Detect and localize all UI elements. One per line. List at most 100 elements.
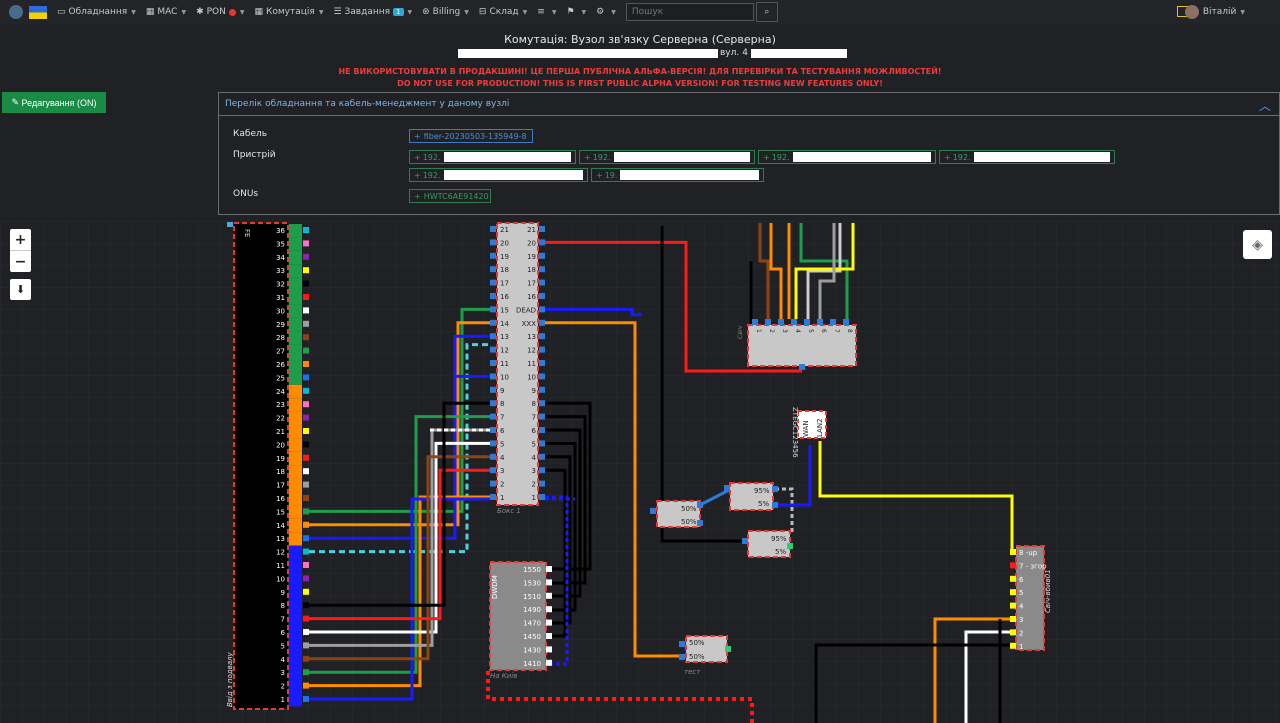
switch-port[interactable] — [1010, 602, 1016, 609]
fiber-color-marker[interactable] — [303, 347, 309, 354]
fiber-color-marker[interactable] — [303, 454, 309, 461]
splitter-port[interactable] — [697, 520, 703, 526]
box-port-out[interactable] — [539, 386, 545, 393]
edit-mode-button[interactable]: ✎ Редагування (ON) — [2, 92, 106, 113]
box-port-in[interactable] — [490, 266, 496, 273]
switch-port[interactable] — [1010, 575, 1016, 582]
dwdm-port[interactable] — [546, 659, 552, 666]
user-menu[interactable]: Віталій ▼ — [1184, 5, 1245, 19]
box-port-in[interactable] — [490, 373, 496, 380]
box-port-in[interactable] — [490, 226, 496, 232]
device-chip[interactable]: + 192. — [939, 150, 1115, 164]
box-port-out[interactable] — [539, 440, 545, 447]
top-switch-port[interactable] — [804, 319, 810, 325]
dwdm-port[interactable] — [546, 606, 552, 613]
nav-item-warehouse[interactable]: ⊟ Склад ▼ — [479, 7, 527, 17]
box-port-in[interactable] — [490, 453, 496, 460]
splitter-port[interactable] — [724, 485, 730, 491]
box-port-in[interactable] — [490, 494, 496, 500]
fiber-color-marker[interactable] — [303, 629, 309, 635]
fiber-color-marker[interactable] — [303, 307, 309, 314]
top-switch-port[interactable] — [830, 319, 836, 325]
box-port-in[interactable] — [490, 427, 496, 433]
box-port-out[interactable] — [539, 467, 545, 474]
box-port-in[interactable] — [490, 440, 496, 447]
splitter-port[interactable] — [697, 502, 703, 508]
nav-item-switching[interactable]: ▦ Комутація ▼ — [254, 7, 323, 17]
search-input[interactable] — [625, 3, 754, 21]
box-port-in[interactable] — [490, 252, 496, 259]
onu-chip[interactable]: + HWTC6AE91420 — [409, 189, 491, 203]
fiber-color-marker[interactable] — [303, 495, 309, 501]
fiber-color-marker[interactable] — [303, 441, 309, 448]
fiber-color-marker[interactable] — [303, 280, 309, 287]
cable-chip[interactable]: + fiber-20230503-135949-8 — [409, 129, 533, 143]
fiber-color-marker[interactable] — [303, 562, 309, 568]
fiber-color-marker[interactable] — [303, 481, 309, 488]
dwdm-port[interactable] — [546, 566, 552, 572]
top-switch-port[interactable] — [765, 319, 771, 325]
fiber-color-marker[interactable] — [303, 374, 309, 381]
app-logo-icon[interactable] — [9, 5, 23, 19]
box-port-out[interactable] — [539, 279, 545, 286]
box-port-out[interactable] — [539, 333, 545, 340]
top-switch-port[interactable] — [791, 319, 797, 325]
box-port-in[interactable] — [490, 400, 496, 407]
fiber-color-marker[interactable] — [303, 320, 309, 327]
device-chip[interactable]: + 19. — [591, 168, 764, 182]
fiber-color-marker[interactable] — [303, 642, 309, 649]
box-port-out[interactable] — [539, 319, 545, 326]
search-button[interactable]: ⌕ — [755, 2, 778, 22]
fiber-color-marker[interactable] — [303, 227, 309, 233]
splitter-port[interactable] — [772, 486, 778, 492]
dwdm-port[interactable] — [546, 619, 552, 626]
zoom-in-button[interactable]: + — [10, 229, 31, 251]
fiber-color-marker[interactable] — [303, 615, 309, 622]
zoom-out-button[interactable]: − — [10, 251, 31, 272]
top-switch-port[interactable] — [752, 319, 758, 325]
box-port-in[interactable] — [490, 346, 496, 353]
box-port-in[interactable] — [490, 360, 496, 366]
nav-item-equipment[interactable]: ▭ Обладнання ▼ — [57, 7, 136, 17]
box-port-out[interactable] — [539, 293, 545, 299]
splitter-port[interactable] — [772, 502, 778, 508]
fiber-color-marker[interactable] — [303, 682, 309, 689]
switching-diagram-map[interactable]: FE Ввід з подвалу 36 35 34 33 32 31 30 29 28 27 26… — [0, 221, 1280, 723]
box-port-out[interactable] — [539, 239, 545, 246]
top-switch-port[interactable] — [778, 319, 784, 325]
fiber-color-marker[interactable] — [303, 468, 309, 475]
nav-item-mac[interactable]: ▦ MAC ▼ — [146, 7, 186, 17]
nav-item-tasks[interactable]: ☰ Завдання 1 ▼ — [333, 7, 412, 17]
fiber-color-marker[interactable] — [303, 535, 309, 542]
fiber-color-marker[interactable] — [303, 428, 309, 434]
box-port-in[interactable] — [490, 467, 496, 474]
box-port-out[interactable] — [539, 453, 545, 460]
fiber-color-marker[interactable] — [303, 696, 309, 702]
splitter-port[interactable] — [742, 538, 748, 544]
box-port-in[interactable] — [490, 333, 496, 340]
splitter-port[interactable] — [787, 543, 793, 549]
box-port-out[interactable] — [539, 494, 545, 500]
switch-port[interactable] — [1010, 589, 1016, 596]
fiber-color-marker[interactable] — [303, 294, 309, 300]
box-port-in[interactable] — [490, 293, 496, 299]
fiber-color-marker[interactable] — [303, 240, 309, 247]
fiber-color-marker[interactable] — [303, 669, 309, 676]
splitter-port[interactable] — [650, 508, 656, 514]
fiber-color-marker[interactable] — [303, 521, 309, 528]
nav-settings-menu[interactable]: ⚙ ▼ — [596, 7, 616, 17]
box-port-out[interactable] — [539, 266, 545, 273]
fiber-color-marker[interactable] — [303, 267, 309, 274]
top-switch-port[interactable] — [817, 319, 823, 325]
dwdm-port[interactable] — [546, 579, 552, 586]
top-switch-uplink-port[interactable] — [799, 364, 805, 370]
fiber-color-marker[interactable] — [303, 387, 309, 394]
box-port-out[interactable] — [539, 427, 545, 433]
diagram-canvas[interactable]: FE Ввід з подвалу 3635343332313029282726… — [0, 221, 1280, 723]
box-port-in[interactable] — [490, 279, 496, 286]
box-port-out[interactable] — [539, 226, 545, 232]
device-chip[interactable]: + 192. — [409, 168, 588, 182]
fiber-color-marker[interactable] — [303, 602, 309, 609]
nav-flag-menu[interactable]: ⚑ ▼ — [566, 7, 586, 17]
nav-item-pon[interactable]: ✱ PON ▼ — [196, 7, 244, 17]
